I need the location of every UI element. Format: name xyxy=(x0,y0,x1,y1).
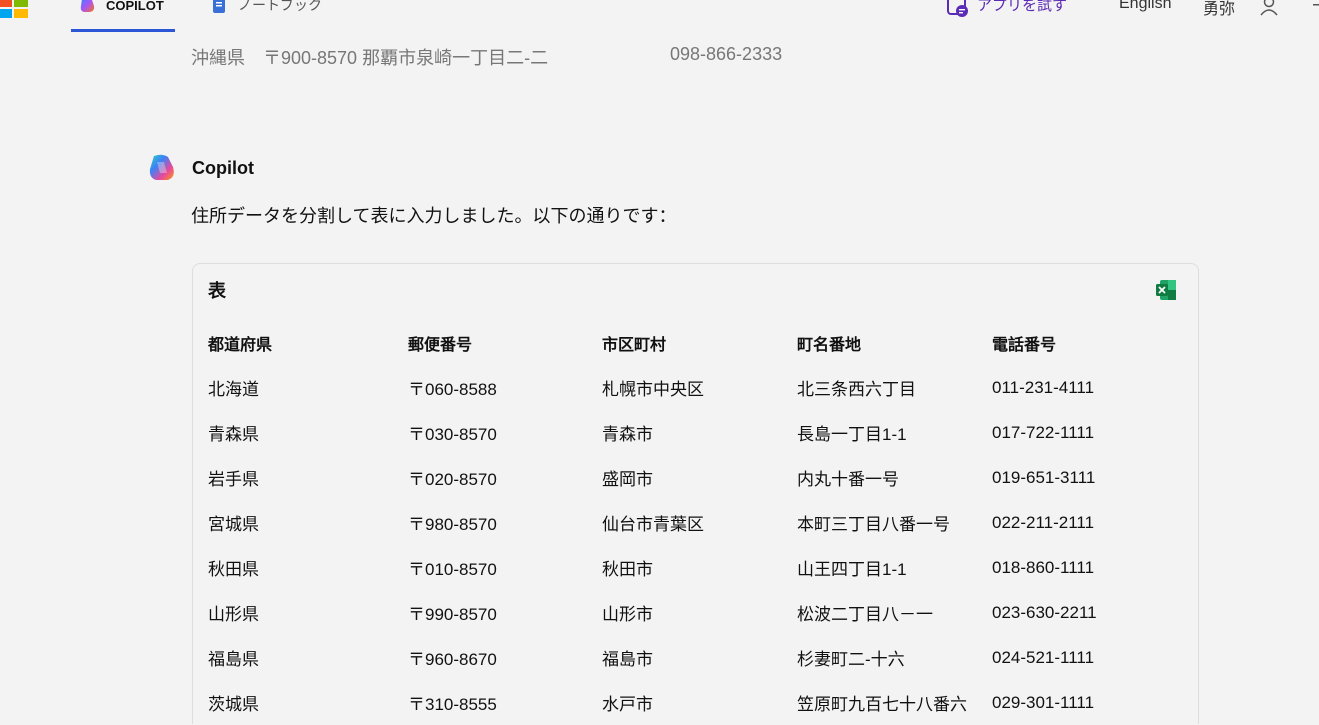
try-app-label: アプリを試す xyxy=(977,0,1068,14)
response-intro-text: 住所データを分割して表に入力しました。以下の通りです： xyxy=(191,206,677,227)
table-row: 茨城県 〒310-8555 水戸市 笠原町九百七十八番六 029-301-111… xyxy=(208,680,1192,725)
table-row: 北海道 〒060-8588 札幌市中央区 北三条西六丁目 011-231-411… xyxy=(208,365,1192,410)
table-cell: 北三条西六丁目 xyxy=(797,380,916,399)
column-header: 郵便番号 xyxy=(408,334,473,354)
response-author: Copilot xyxy=(192,157,254,178)
table-cell: 山形県 xyxy=(208,605,259,624)
try-app-button[interactable]: アプリを試す xyxy=(947,0,1067,18)
table-cell: 盛岡市 xyxy=(602,470,653,489)
tab-label: COPILOT xyxy=(106,0,164,13)
table-cell: 〒060-8588 xyxy=(408,380,497,399)
address-table-card: 表 都道府県 郵便番号 市区町村 町名番地 電話番号 北海道 〒060-8588… xyxy=(192,263,1199,724)
table-cell: 北海道 xyxy=(208,380,259,399)
column-header: 市区町村 xyxy=(602,334,667,354)
table-cell: 山形市 xyxy=(602,605,653,624)
previous-message-line: 沖縄県 〒900-8570 那覇市泉崎一丁目二-二 098-866-2333 xyxy=(191,44,782,70)
table-cell: 内丸十番一号 xyxy=(797,470,899,489)
language-switch[interactable]: English xyxy=(1119,0,1171,13)
table-cell: 福島市 xyxy=(602,650,653,669)
table-title: 表 xyxy=(208,281,226,302)
table-row: 山形県 〒990-8570 山形市 松波二丁目八－一 023-630-2211 xyxy=(208,590,1192,635)
address-table: 都道府県 郵便番号 市区町村 町名番地 電話番号 北海道 〒060-8588 札… xyxy=(208,320,1192,725)
person-icon[interactable] xyxy=(1260,0,1278,16)
table-row: 青森県 〒030-8570 青森市 長島一丁目1-1 017-722-1111 xyxy=(208,410,1192,455)
table-cell: 023-630-2211 xyxy=(992,602,1097,622)
table-cell: 018-860-1111 xyxy=(992,557,1095,577)
table-cell: 〒030-8570 xyxy=(408,425,497,444)
top-nav-bar: COPILOT ノートブック アプリを試す English 勇弥 xyxy=(0,0,1319,32)
column-header: 電話番号 xyxy=(992,334,1057,354)
table-cell: 水戸市 xyxy=(602,695,653,714)
previous-phone: 098-866-2333 xyxy=(670,44,783,64)
table-header-row: 都道府県 郵便番号 市区町村 町名番地 電話番号 xyxy=(208,320,1192,365)
table-cell: 024-521-1111 xyxy=(992,647,1095,667)
table-row: 宮城県 〒980-8570 仙台市青葉区 本町三丁目八番一号 022-211-2… xyxy=(208,500,1192,545)
table-cell: 札幌市中央区 xyxy=(602,380,704,399)
previous-address: 沖縄県 〒900-8570 那覇市泉崎一丁目二-二 xyxy=(191,48,549,68)
table-cell: 青森県 xyxy=(208,425,259,444)
table-cell: 本町三丁目八番一号 xyxy=(797,515,950,534)
active-tab-indicator xyxy=(71,29,175,32)
user-name[interactable]: 勇弥 xyxy=(1203,0,1235,19)
chat-app-icon xyxy=(947,0,968,17)
table-row: 福島県 〒960-8670 福島市 杉妻町二-十六 024-521-1111 xyxy=(208,635,1192,680)
microsoft-logo-icon[interactable] xyxy=(0,0,30,18)
table-cell: 宮城県 xyxy=(208,515,259,534)
table-cell: 〒310-8555 xyxy=(408,695,497,714)
table-cell: 松波二丁目八－一 xyxy=(797,605,933,624)
column-header: 町名番地 xyxy=(797,334,862,354)
table-cell: 〒020-8570 xyxy=(408,470,497,489)
table-cell: 福島県 xyxy=(208,650,259,669)
table-row: 秋田県 〒010-8570 秋田市 山王四丁目1-1 018-860-1111 xyxy=(208,545,1192,590)
copilot-icon xyxy=(80,0,95,12)
table-cell: 011-231-4111 xyxy=(992,377,1095,397)
notebook-icon xyxy=(213,0,225,13)
tab-label: ノートブック xyxy=(238,0,322,14)
copilot-response-header: Copilot xyxy=(146,153,254,183)
table-cell: 〒980-8570 xyxy=(408,515,497,534)
table-cell: 杉妻町二-十六 xyxy=(797,650,905,669)
table-cell: 笠原町九百七十八番六 xyxy=(797,695,967,714)
table-cell: 秋田県 xyxy=(208,560,259,579)
table-cell: 秋田市 xyxy=(602,560,653,579)
table-cell: 017-722-1111 xyxy=(992,422,1095,442)
tab-copilot[interactable]: COPILOT xyxy=(78,0,164,32)
table-cell: 山王四丁目1-1 xyxy=(797,560,907,579)
table-cell: 青森市 xyxy=(602,425,653,444)
tab-notebook[interactable]: ノートブック xyxy=(212,0,322,32)
table-cell: 022-211-2111 xyxy=(992,512,1095,532)
column-header: 都道府県 xyxy=(208,334,273,354)
table-cell: 仙台市青葉区 xyxy=(602,515,704,534)
table-cell: 〒960-8670 xyxy=(408,650,497,669)
table-cell: 〒010-8570 xyxy=(408,560,497,579)
excel-export-icon[interactable] xyxy=(1154,278,1178,302)
copilot-logo-icon xyxy=(149,154,174,180)
table-cell: 長島一丁目1-1 xyxy=(797,425,907,444)
table-cell: 019-651-3111 xyxy=(992,467,1096,487)
table-cell: 茨城県 xyxy=(208,695,259,714)
table-row: 岩手県 〒020-8570 盛岡市 内丸十番一号 019-651-3111 xyxy=(208,455,1192,500)
table-cell: 岩手県 xyxy=(208,470,259,489)
more-menu-icon[interactable] xyxy=(1310,0,1319,16)
table-cell: 〒990-8570 xyxy=(408,605,497,624)
table-cell: 029-301-1111 xyxy=(992,692,1095,712)
